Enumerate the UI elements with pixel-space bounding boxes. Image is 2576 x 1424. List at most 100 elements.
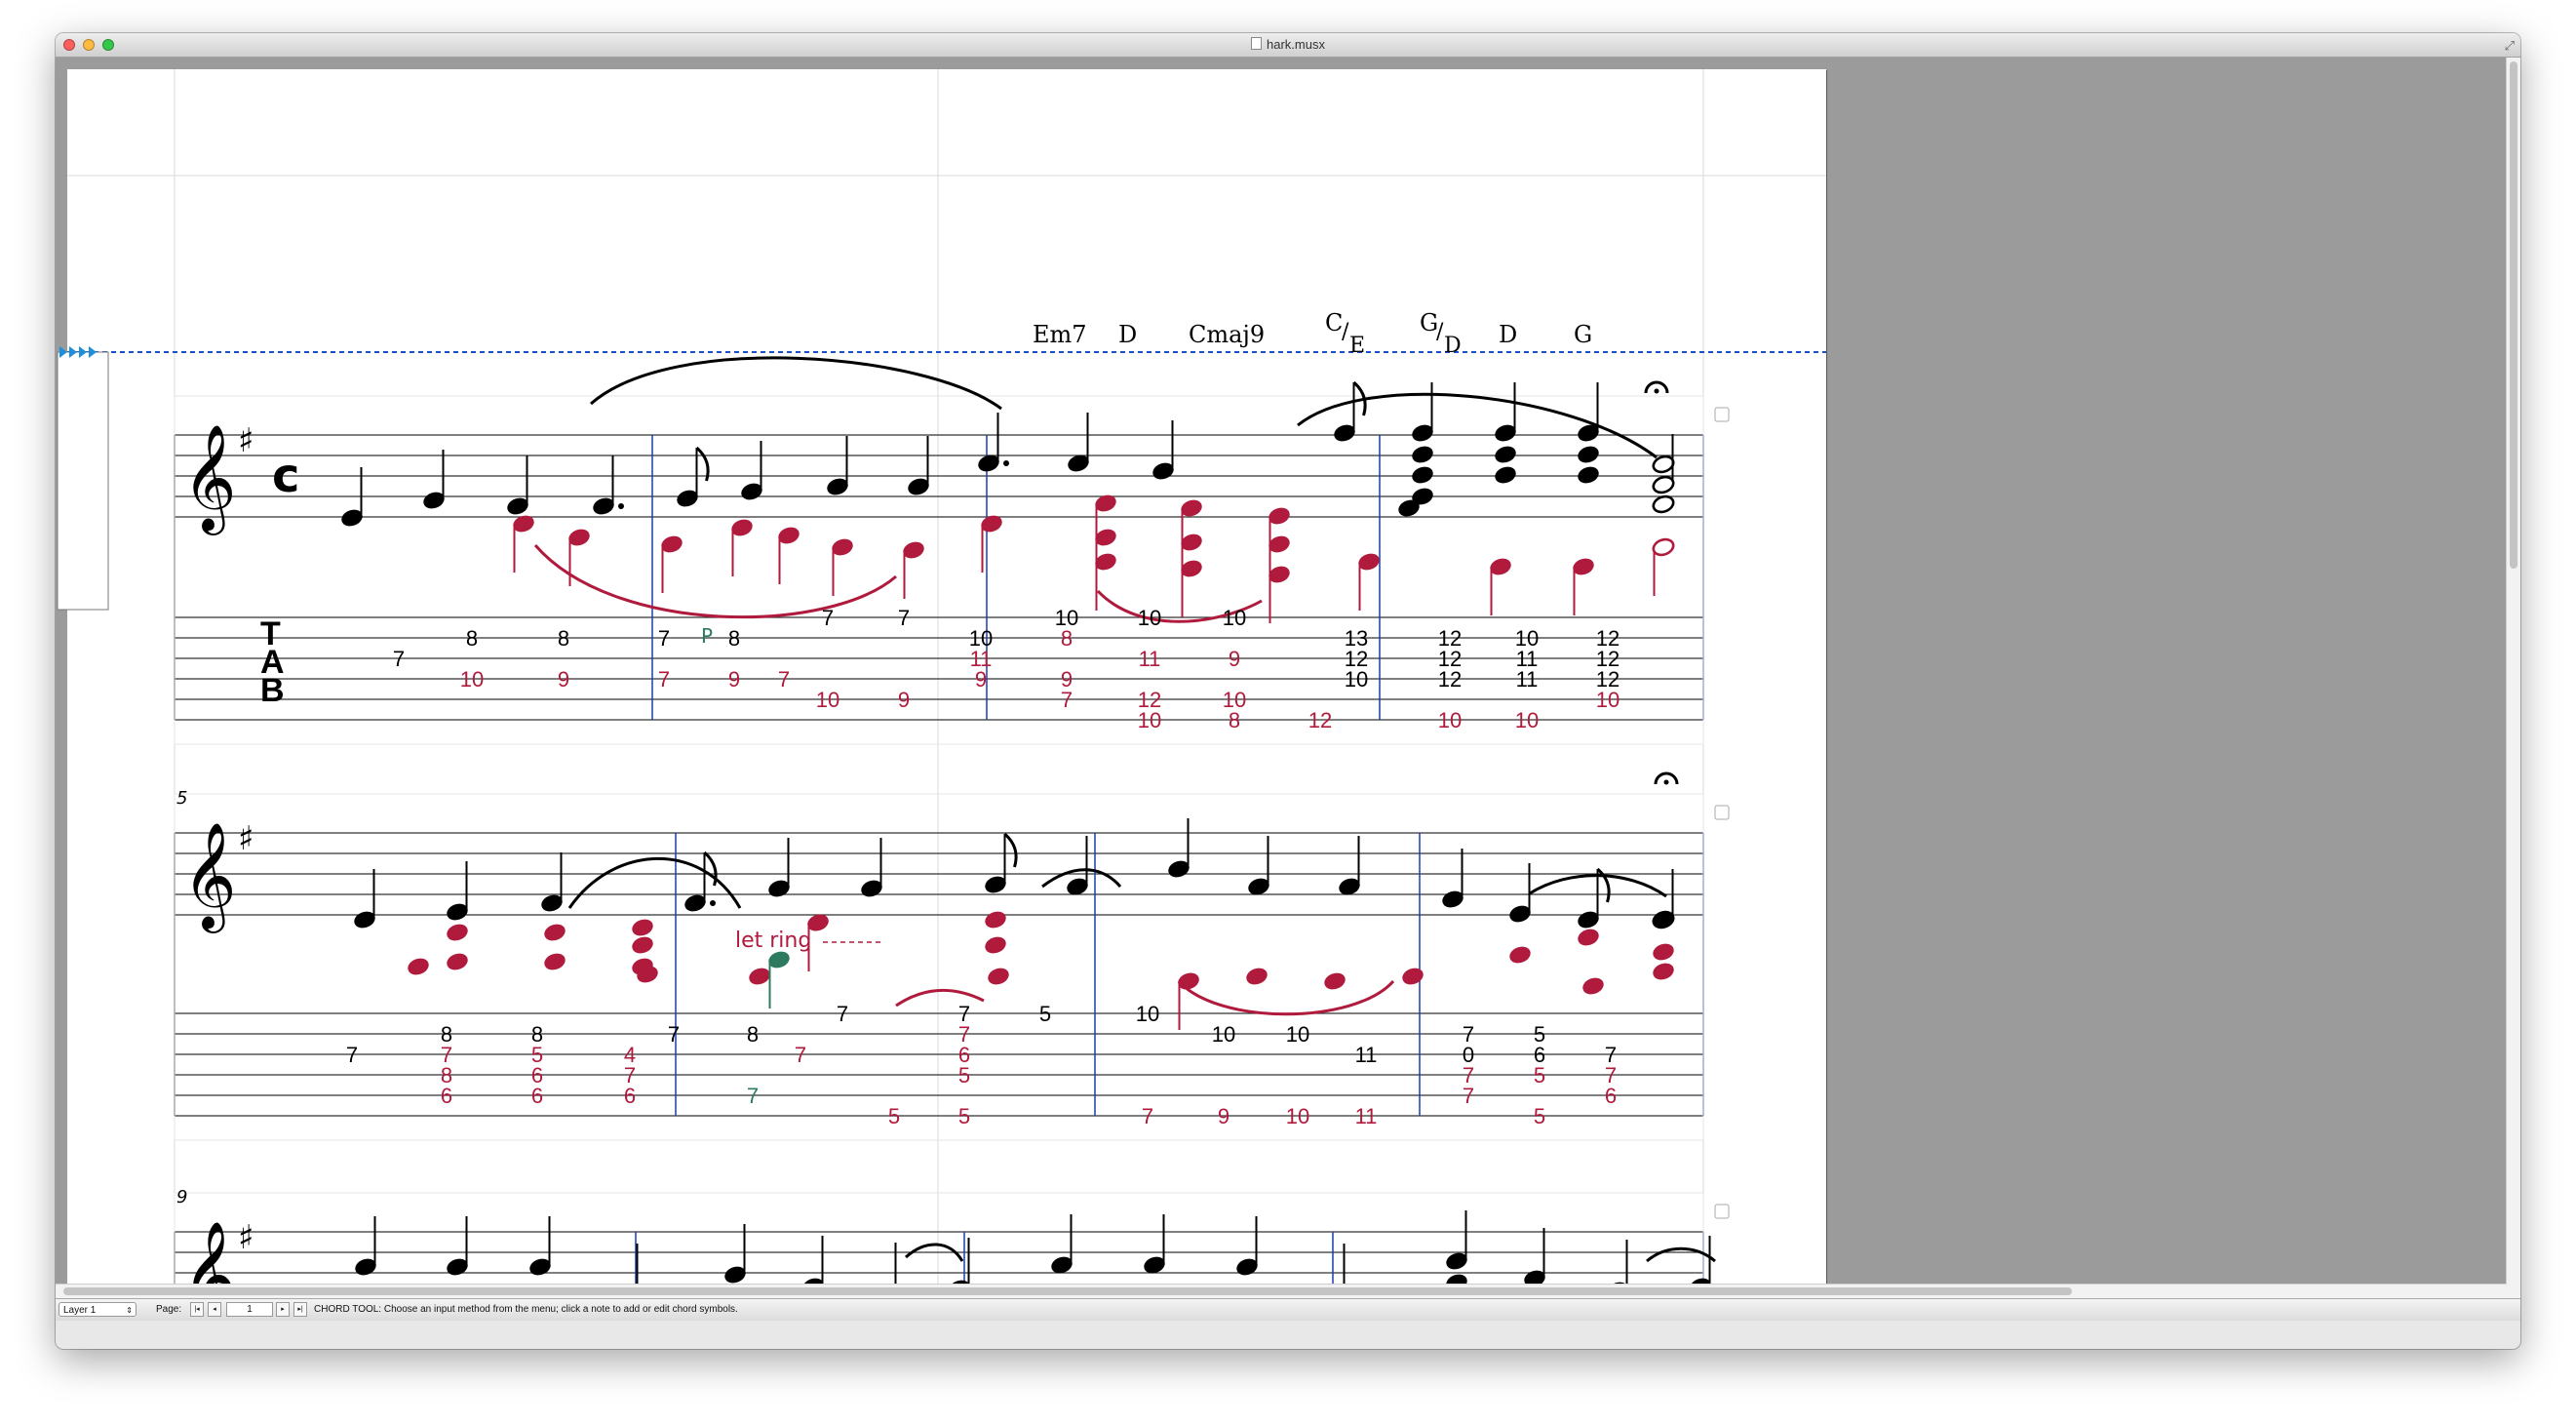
key-signature-sharp-icon: ♯ — [238, 421, 254, 460]
first-page-button[interactable]: |◂ — [190, 1302, 204, 1317]
chord-symbol[interactable]: G/D — [1420, 309, 1462, 358]
tab-fret-number: 10 — [1138, 606, 1161, 630]
system-lock-icon — [1714, 1204, 1730, 1219]
tab-fret-number: 7 — [658, 626, 670, 651]
chord-symbol[interactable]: C/E — [1325, 309, 1365, 358]
tab-fret-number: 7 — [747, 1084, 759, 1108]
title-bar[interactable]: hark.musx ⤢ — [56, 33, 2520, 58]
treble-clef-icon: 𝄞 — [182, 425, 237, 535]
notehead — [988, 968, 1009, 985]
tab-fret-number: 10 — [816, 688, 839, 712]
fullscreen-icon[interactable]: ⤢ — [2505, 38, 2515, 54]
chord-symbol[interactable]: Em7 — [1033, 321, 1087, 348]
layer-popup-label: Layer 1 — [63, 1305, 97, 1316]
tab-fret-number: 6 — [441, 1084, 452, 1108]
tab-fret-number: 6 — [531, 1084, 543, 1108]
notehead — [1412, 446, 1433, 463]
chord-symbol-root: D — [1118, 321, 1137, 348]
chord-symbol-root: C — [1325, 309, 1343, 336]
status-bar: Layer 1 ⇕ Page: |◂ ◂ 1 ▸ ▸| CHORD TOOL: C… — [56, 1298, 2520, 1321]
page-label: Page: — [156, 1304, 182, 1315]
flag — [1003, 832, 1018, 868]
tab-fret-number: 7 — [778, 667, 790, 692]
last-page-button[interactable]: ▸| — [293, 1302, 307, 1317]
tab-fret-number: 7 — [658, 667, 670, 692]
treble-clef-icon: 𝄞 — [182, 823, 237, 933]
vertical-scroll-thumb[interactable] — [2510, 61, 2517, 569]
score-canvas[interactable]: 𝄞 ♯𝄞 ♯5𝄞 ♯9clet ringlet ringP Em7 D Cmaj9 C/EG… — [57, 69, 1826, 1308]
horizontal-scrollbar[interactable] — [56, 1284, 2507, 1299]
notehead — [1402, 968, 1424, 985]
fermata-icon — [1663, 779, 1669, 785]
tab-fret-number: 9 — [558, 667, 569, 692]
tab-fret-number: 5 — [888, 1104, 900, 1128]
system-lock-icon — [1714, 407, 1730, 422]
notehead — [408, 958, 429, 975]
page-number-field[interactable]: 1 — [226, 1302, 273, 1317]
chord-bass: E — [1349, 334, 1365, 358]
augmentation-dot — [1003, 460, 1009, 466]
previous-page-button[interactable]: ◂ — [208, 1302, 221, 1317]
tab-fret-number: 10 — [1345, 667, 1368, 692]
chord-symbol-root: G — [1574, 321, 1592, 348]
tool-message: CHORD TOOL: Choose an input method from … — [314, 1304, 738, 1315]
notehead — [1578, 446, 1599, 463]
tab-fret-number: 10 — [1515, 708, 1539, 732]
tab-fret-number: 10 — [1212, 1022, 1235, 1047]
chord-symbol-root: Cmaj9 — [1189, 321, 1265, 348]
notehead — [544, 924, 566, 941]
fermata-icon — [1654, 388, 1659, 394]
tab-fret-number: 5 — [1534, 1104, 1545, 1128]
notehead — [1653, 963, 1674, 980]
notehead — [1495, 446, 1516, 463]
notehead — [1582, 977, 1604, 995]
tab-fret-number: 11 — [1355, 1043, 1378, 1067]
document-icon — [1251, 37, 1263, 50]
system-lock-icon — [1714, 805, 1730, 820]
notehead — [632, 936, 653, 954]
notehead — [447, 924, 468, 941]
tab-fret-number: 7 — [393, 647, 405, 671]
popup-arrows-icon: ⇕ — [126, 1306, 133, 1315]
horizontal-scroll-thumb[interactable] — [63, 1287, 2072, 1295]
chord-symbols[interactable]: Em7 D Cmaj9 C/E G/D D G — [1033, 309, 1592, 358]
baseline-panel — [57, 351, 109, 611]
notehead — [447, 953, 468, 970]
chord-symbol-root: Em7 — [1033, 321, 1087, 348]
tab-fret-number: 7 — [1061, 688, 1073, 712]
tab-fret-number: 6 — [1605, 1084, 1617, 1108]
tab-fret-number: 9 — [1218, 1104, 1229, 1128]
tab-fret-number: 9 — [1229, 647, 1240, 671]
tab-fret-number: 10 — [460, 667, 484, 692]
notehead — [985, 936, 1006, 954]
tab-fret-number: 8 — [466, 626, 478, 651]
chord-symbol[interactable]: Cmaj9 — [1189, 321, 1265, 348]
tab-fret-number: 7 — [837, 1002, 848, 1026]
notehead — [985, 911, 1006, 929]
slur — [895, 988, 985, 1008]
document-view[interactable]: 𝄞 ♯ 𝄞 ♯ 5 𝄞 ♯ 9 c let ring let ring P Em7 D Cmaj9 C / E G… — [56, 58, 2520, 1308]
score-page[interactable]: 𝄞 ♯ 𝄞 ♯ 5 𝄞 ♯ 9 c let ring let ring P Em7 D Cmaj9 C / E G… — [57, 69, 1826, 1308]
tab-clef-letter: B — [260, 672, 285, 709]
tab-fret-number: 12 — [1308, 708, 1332, 732]
flag — [703, 850, 718, 887]
key-signature-sharp-icon: ♯ — [238, 819, 254, 858]
chord-symbol[interactable]: D — [1118, 321, 1137, 348]
layer-popup[interactable]: Layer 1 ⇕ — [59, 1302, 137, 1317]
notehead — [1495, 466, 1516, 484]
chord-symbol[interactable]: D — [1499, 321, 1517, 348]
slur — [590, 356, 1002, 411]
next-page-button[interactable]: ▸ — [276, 1302, 290, 1317]
notehead — [632, 919, 653, 936]
vertical-scrollbar[interactable] — [2506, 58, 2520, 1308]
augmentation-dot — [618, 503, 624, 509]
slur — [1297, 392, 1658, 459]
window-title: hark.musx — [56, 37, 2520, 52]
tab-fret-number: 7 — [1142, 1104, 1153, 1128]
tab-fret-number: 8 — [558, 626, 569, 651]
tab-fret-number: 12 — [1438, 667, 1462, 692]
tab-fret-number: 8 — [1229, 708, 1240, 732]
notehead — [1324, 972, 1346, 990]
tab-fret-number: 7 — [346, 1043, 358, 1067]
chord-symbol[interactable]: G — [1574, 321, 1592, 348]
